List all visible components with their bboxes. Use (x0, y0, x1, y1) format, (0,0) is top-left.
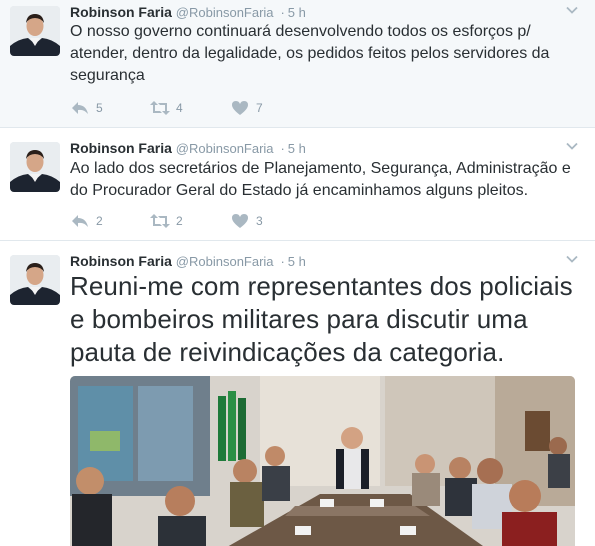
retweet-button[interactable]: 2 (150, 213, 230, 229)
author-handle[interactable]: @RobinsonFaria (176, 141, 274, 156)
avatar[interactable] (10, 6, 60, 56)
reply-button[interactable]: 5 (70, 100, 150, 116)
like-icon (232, 101, 248, 115)
tweet-actions: 2 2 3 (70, 211, 310, 231)
tweet-text: Reuni-me com representantes dos policiai… (70, 271, 573, 367)
separator: · (280, 141, 285, 156)
retweet-icon (150, 101, 170, 115)
retweet-icon (150, 214, 170, 228)
avatar[interactable] (10, 142, 60, 192)
like-icon (232, 214, 248, 228)
author-handle[interactable]: @RobinsonFaria (176, 5, 274, 20)
caret-down-icon[interactable] (565, 139, 579, 153)
like-count: 3 (256, 214, 263, 228)
timestamp[interactable]: 5 h (288, 5, 306, 20)
tweet[interactable]: Robinson Faria @RobinsonFaria · 5 h Ao la… (0, 128, 595, 241)
tweet-text: O nosso governo continuará desenvolvendo… (70, 23, 550, 84)
like-count: 7 (256, 101, 263, 115)
reply-button[interactable]: 2 (70, 213, 150, 229)
timestamp[interactable]: 5 h (288, 254, 306, 269)
avatar[interactable] (10, 255, 60, 305)
author-handle[interactable]: @RobinsonFaria (176, 254, 274, 269)
like-button[interactable]: 3 (230, 213, 310, 229)
caret-down-icon[interactable] (565, 252, 579, 266)
retweet-count: 2 (176, 214, 183, 228)
reply-count: 5 (96, 101, 103, 115)
author-name[interactable]: Robinson Faria (70, 140, 172, 156)
tweet[interactable]: Robinson Faria @RobinsonFaria · 5 h O nos… (0, 0, 595, 128)
retweet-count: 4 (176, 101, 183, 115)
tweet-text: Ao lado dos secretários de Planejamento,… (70, 160, 571, 199)
separator: · (280, 254, 285, 269)
reply-icon (72, 215, 88, 227)
retweet-button[interactable]: 4 (150, 100, 230, 116)
like-button[interactable]: 7 (230, 100, 310, 116)
tweet-header: Robinson Faria @RobinsonFaria · 5 h (70, 139, 306, 158)
tweet-actions: 5 4 7 (70, 98, 310, 118)
reply-icon (72, 102, 88, 114)
tweet[interactable]: Robinson Faria @RobinsonFaria · 5 h Reuni… (0, 241, 595, 546)
tweet-header: Robinson Faria @RobinsonFaria · 5 h (70, 252, 306, 271)
separator: · (280, 5, 285, 20)
tweet-photo[interactable] (70, 376, 575, 546)
tweet-header: Robinson Faria @RobinsonFaria · 5 h (70, 3, 306, 22)
timestamp[interactable]: 5 h (288, 141, 306, 156)
caret-down-icon[interactable] (565, 3, 579, 17)
author-name[interactable]: Robinson Faria (70, 253, 172, 269)
reply-count: 2 (96, 214, 103, 228)
author-name[interactable]: Robinson Faria (70, 4, 172, 20)
